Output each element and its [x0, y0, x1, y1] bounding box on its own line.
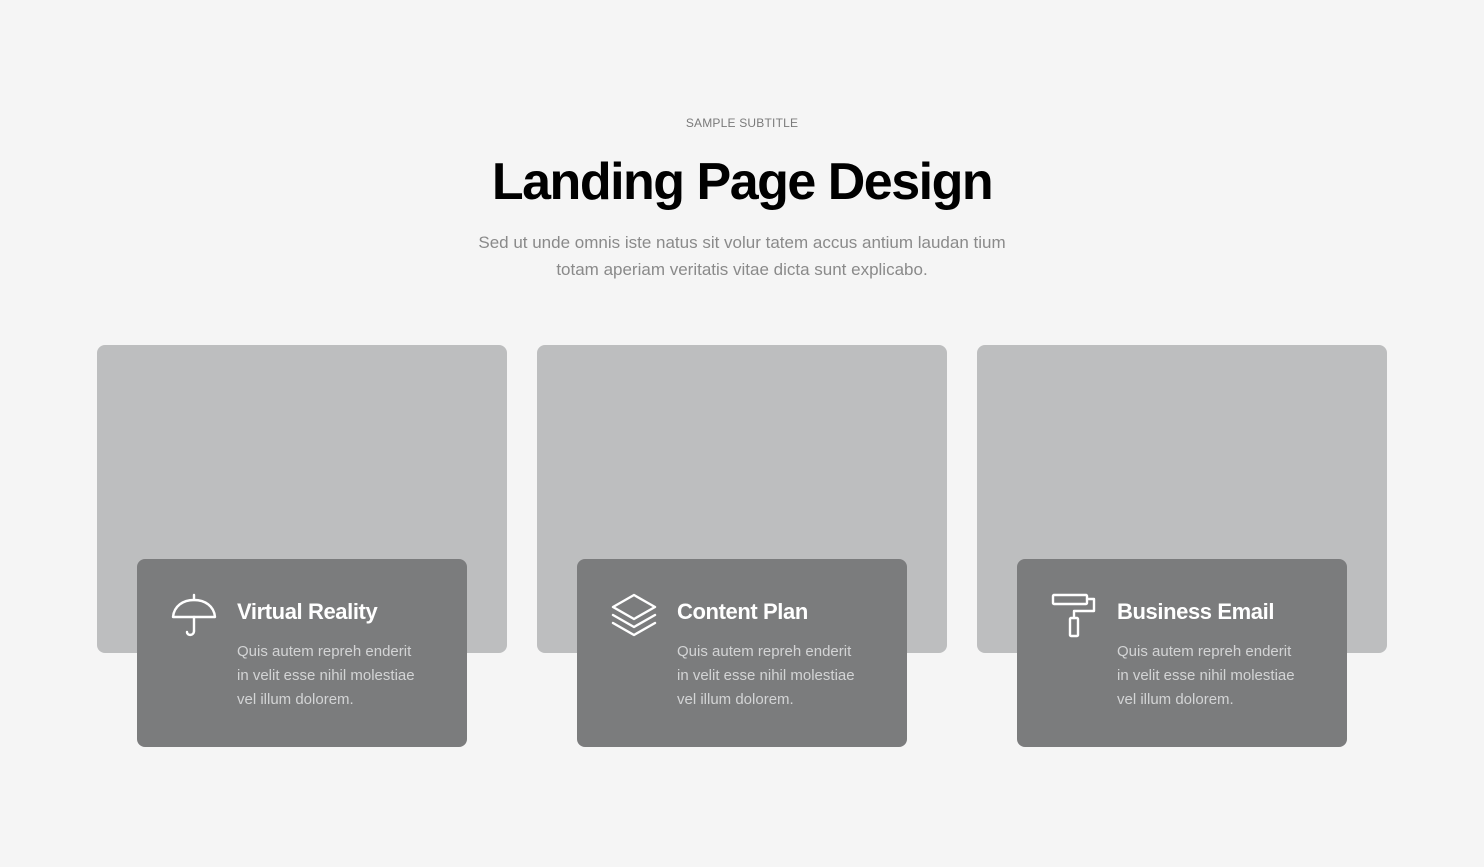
feature-title: Business Email	[1117, 599, 1275, 624]
feature-description-line: vel illum dolorem.	[237, 691, 354, 708]
feature-description: Quis autem repreh enderit in velit esse …	[237, 640, 447, 712]
feature-description-line: vel illum dolorem.	[677, 691, 794, 708]
feature-card-virtual-reality[interactable]: Virtual Reality Quis autem repreh enderi…	[137, 559, 467, 747]
feature-description-line: Quis autem repreh enderit	[1117, 643, 1292, 660]
page-title: Landing Page Design	[491, 153, 994, 211]
feature-title: Content Plan	[677, 599, 808, 624]
layers-icon	[610, 592, 658, 640]
page: SAMPLE SUBTITLE Landing Page Design Sed …	[0, 0, 1484, 867]
section-description: Sed ut unde omnis iste natus sit volur t…	[442, 229, 1042, 283]
section-description-line-1: Sed ut unde omnis iste natus sit volur t…	[478, 233, 1006, 252]
umbrella-icon	[170, 592, 218, 640]
feature-description-line: in velit esse nihil molestiae	[237, 667, 415, 684]
feature-card-business-email[interactable]: Business Email Quis autem repreh enderit…	[1017, 559, 1347, 747]
feature-title: Virtual Reality	[237, 599, 378, 624]
feature-description-line: vel illum dolorem.	[1117, 691, 1234, 708]
feature-description: Quis autem repreh enderit in velit esse …	[677, 640, 887, 712]
section-subtitle: SAMPLE SUBTITLE	[685, 116, 799, 130]
feature-description-line: Quis autem repreh enderit	[677, 643, 852, 660]
feature-description-line: Quis autem repreh enderit	[237, 643, 412, 660]
section-description-line-2: totam aperiam veritatis vitae dicta sunt…	[556, 260, 928, 279]
feature-description-line: in velit esse nihil molestiae	[1117, 667, 1295, 684]
feature-description: Quis autem repreh enderit in velit esse …	[1117, 640, 1327, 712]
paint-roller-icon	[1050, 592, 1098, 640]
feature-card-content-plan[interactable]: Content Plan Quis autem repreh enderit i…	[577, 559, 907, 747]
feature-description-line: in velit esse nihil molestiae	[677, 667, 855, 684]
